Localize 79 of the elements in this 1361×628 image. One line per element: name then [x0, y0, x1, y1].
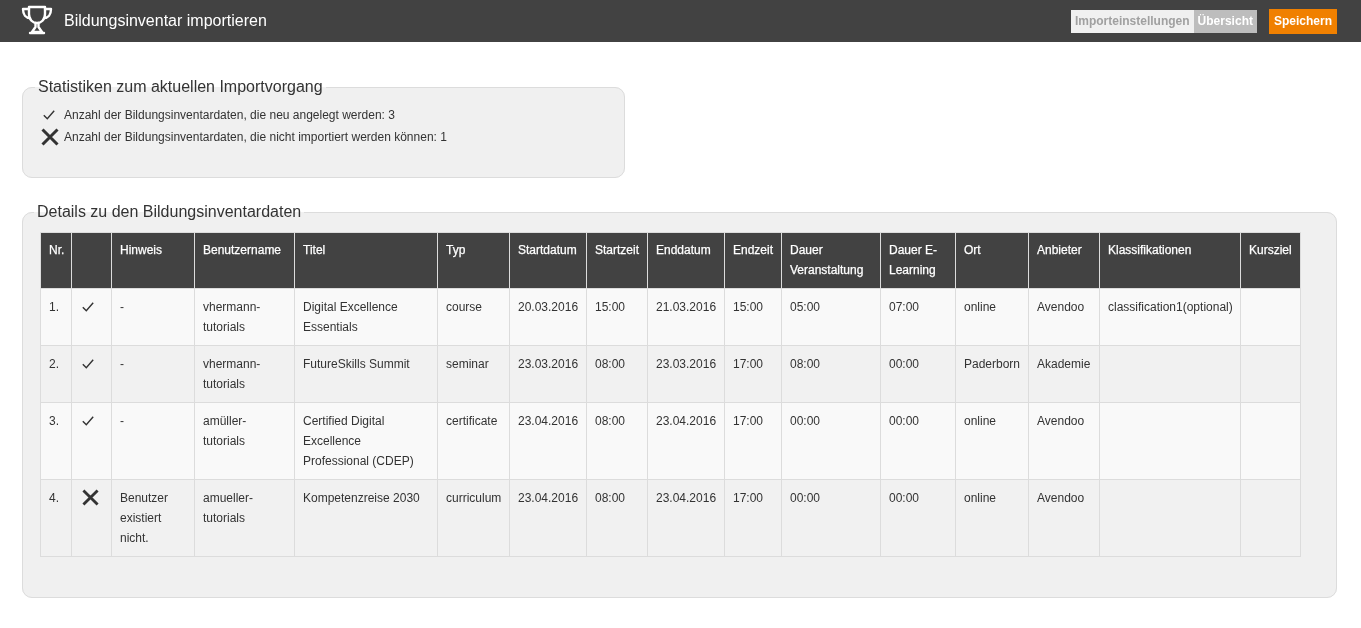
table-cell: online — [955, 288, 1029, 346]
table-cell: Avendoo — [1028, 402, 1100, 480]
table-cell: 23.04.2016 — [509, 402, 587, 480]
section-title: Statistiken zum aktuellen Importvorgang — [37, 78, 324, 96]
tab[interactable]: Übersicht — [1193, 9, 1257, 33]
table-cell: online — [955, 402, 1029, 480]
table-cell: 1. — [40, 288, 72, 346]
column-header: Anbieter — [1028, 232, 1100, 289]
table-cell: Avendoo — [1028, 479, 1100, 557]
table-cell: Akademie — [1028, 345, 1100, 403]
table-cell: 00:00 — [880, 479, 956, 557]
table-cell — [1240, 288, 1301, 346]
table-cell: 17:00 — [724, 479, 782, 557]
table-cell: FutureSkills Summit — [294, 345, 438, 403]
table-cell: Avendoo — [1028, 288, 1100, 346]
column-header: Nr. — [40, 232, 72, 289]
table-cell: seminar — [437, 345, 510, 403]
table-cell: 23.03.2016 — [647, 345, 725, 403]
table-cell: amueller-tutorials — [194, 479, 295, 557]
table-cell: 23.03.2016 — [509, 345, 587, 403]
table-cell: vhermann-tutorials — [194, 345, 295, 403]
table-cell: 08:00 — [781, 345, 881, 403]
save-button[interactable]: Speichern — [1268, 8, 1337, 34]
table-cell — [1240, 345, 1301, 403]
table-cell: Certified Digital Excellence Professional (CDEP) — [294, 402, 438, 480]
table-cell: 00:00 — [880, 345, 956, 403]
table-cell: 00:00 — [781, 479, 881, 557]
column-header: Ort — [955, 232, 1029, 289]
table-cell: curriculum — [437, 479, 510, 557]
table-cell: classification1(optional) — [1099, 288, 1241, 346]
table-cell: course — [437, 288, 510, 346]
table-cell: 00:00 — [781, 402, 881, 480]
column-header: Enddatum — [647, 232, 725, 289]
table-cell: 3. — [40, 402, 72, 480]
column-header: Startzeit — [586, 232, 648, 289]
table-cell: 23.04.2016 — [647, 479, 725, 557]
table-cell: 23.04.2016 — [647, 402, 725, 480]
column-header: Klassifikationen — [1099, 232, 1241, 289]
tab[interactable]: Importeinstellungen — [1070, 9, 1194, 33]
table-cell: - — [111, 345, 195, 403]
table-cell: online — [955, 479, 1029, 557]
table-cell: amüller-tutorials — [194, 402, 295, 480]
column-header: Startdatum — [509, 232, 587, 289]
statistic-text: Anzahl der Bildungsinventardaten, die neu angelegt werden: 3 — [64, 108, 395, 122]
table-cell: Kompetenzreise 2030 — [294, 479, 438, 557]
table-cell: 08:00 — [586, 479, 648, 557]
table-cell: - — [111, 402, 195, 480]
table-cell: 4. — [40, 479, 72, 557]
table-cell: - — [111, 288, 195, 346]
table-cell: 15:00 — [724, 288, 782, 346]
table-cell: 08:00 — [586, 402, 648, 480]
table-cell: 21.03.2016 — [647, 288, 725, 346]
table-cell: 05:00 — [781, 288, 881, 346]
table-cell: 08:00 — [586, 345, 648, 403]
table-cell: 15:00 — [586, 288, 648, 346]
table-cell: 07:00 — [880, 288, 956, 346]
table-cell: 2. — [40, 345, 72, 403]
table-cell: 17:00 — [724, 402, 782, 480]
column-header: Titel — [294, 232, 438, 289]
table-cell: 17:00 — [724, 345, 782, 403]
column-header: Typ — [437, 232, 510, 289]
statistic-text: Anzahl der Bildungsinventardaten, die nicht importiert werden können: 1 — [64, 130, 447, 144]
trophy-icon — [20, 5, 54, 35]
table-cell: certificate — [437, 402, 510, 480]
table-cell: 00:00 — [880, 402, 956, 480]
column-header: Endzeit — [724, 232, 782, 289]
table-cell: Digital Excellence Essentials — [294, 288, 438, 346]
table-cell: Paderborn — [955, 345, 1029, 403]
column-header: Dauer Veranstaltung — [781, 232, 881, 289]
table-cell: vhermann-tutorials — [194, 288, 295, 346]
column-header: Hinweis — [111, 232, 195, 289]
table-cell: 23.04.2016 — [509, 479, 587, 557]
column-header: Kursziel — [1240, 232, 1301, 289]
column-header: Dauer E-Learning — [880, 232, 956, 289]
page-title: Bildungsinventar importieren — [64, 12, 268, 30]
section-title: Details zu den Bildungsinventardaten — [36, 203, 303, 221]
table-cell: 20.03.2016 — [509, 288, 587, 346]
table-cell: Benutzer existiert nicht. — [111, 479, 195, 557]
column-header: Benutzername — [194, 232, 295, 289]
